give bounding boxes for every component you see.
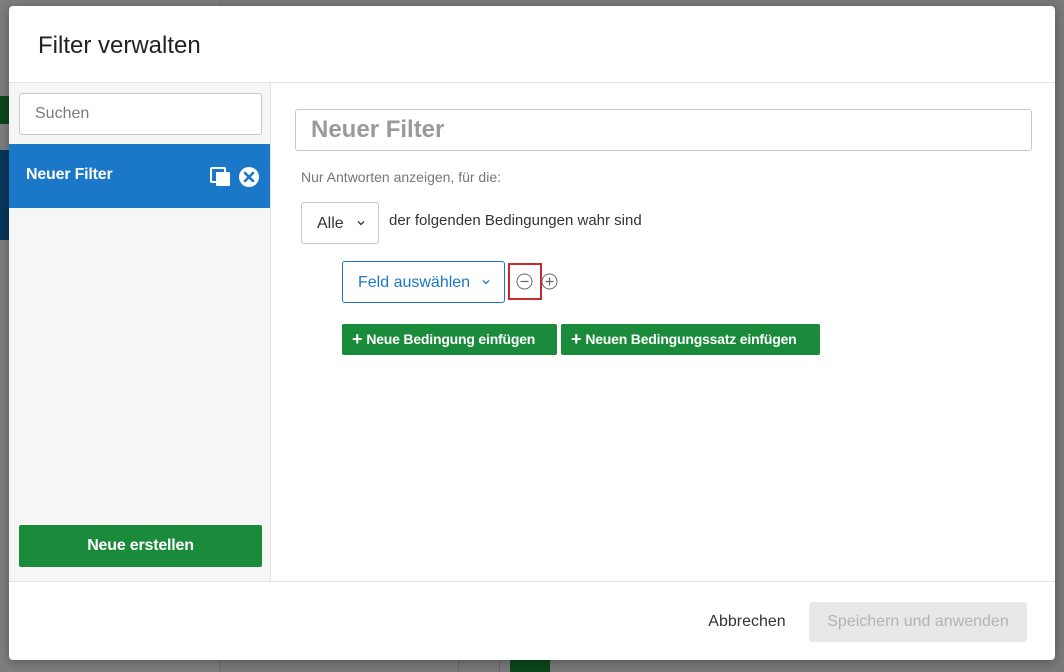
search-input[interactable] xyxy=(19,93,262,135)
minus-circle-icon[interactable] xyxy=(516,273,533,290)
add-condition-set-label: Neuen Bedingungssatz einfügen xyxy=(585,331,797,347)
dialog-header: Filter verwalten xyxy=(9,6,1055,83)
dialog-title: Filter verwalten xyxy=(38,32,201,59)
cancel-button[interactable]: Abbrechen xyxy=(691,602,803,642)
manage-filters-dialog: Filter verwalten Neuer Filter Neue erste… xyxy=(9,6,1055,660)
filter-list-item-selected[interactable]: Neuer Filter xyxy=(9,144,270,208)
filter-name-input[interactable] xyxy=(295,109,1032,151)
chevron-down-icon xyxy=(482,280,490,285)
create-new-filter-button[interactable]: Neue erstellen xyxy=(19,525,262,567)
filter-sidebar: Neuer Filter Neue erstellen xyxy=(9,83,271,581)
field-select-value: Feld auswählen xyxy=(358,274,471,291)
add-condition-label: Neue Bedingung einfügen xyxy=(366,331,536,347)
dialog-footer: Abbrechen Speichern und anwenden xyxy=(9,581,1055,660)
chevron-down-icon xyxy=(357,221,365,226)
plus-icon: + xyxy=(571,329,582,349)
filter-instruction: Nur Antworten anzeigen, für die: xyxy=(301,169,502,185)
plus-icon: + xyxy=(352,329,363,349)
save-and-apply-button[interactable]: Speichern und anwenden xyxy=(809,602,1027,642)
close-circle-icon[interactable] xyxy=(238,166,260,188)
match-description: der folgenden Bedingungen wahr sind xyxy=(389,212,642,229)
plus-circle-icon[interactable] xyxy=(541,273,558,290)
filter-item-label: Neuer Filter xyxy=(26,166,113,183)
add-condition-set-button[interactable]: + Neuen Bedingungssatz einfügen xyxy=(561,324,820,355)
filter-editor: Nur Antworten anzeigen, für die: Alle de… xyxy=(271,83,1055,581)
match-mode-value: Alle xyxy=(317,215,344,232)
add-condition-button[interactable]: + Neue Bedingung einfügen xyxy=(342,324,557,355)
match-mode-dropdown[interactable]: Alle xyxy=(301,202,379,244)
copy-icon[interactable] xyxy=(210,167,232,187)
field-select-dropdown[interactable]: Feld auswählen xyxy=(342,261,505,303)
